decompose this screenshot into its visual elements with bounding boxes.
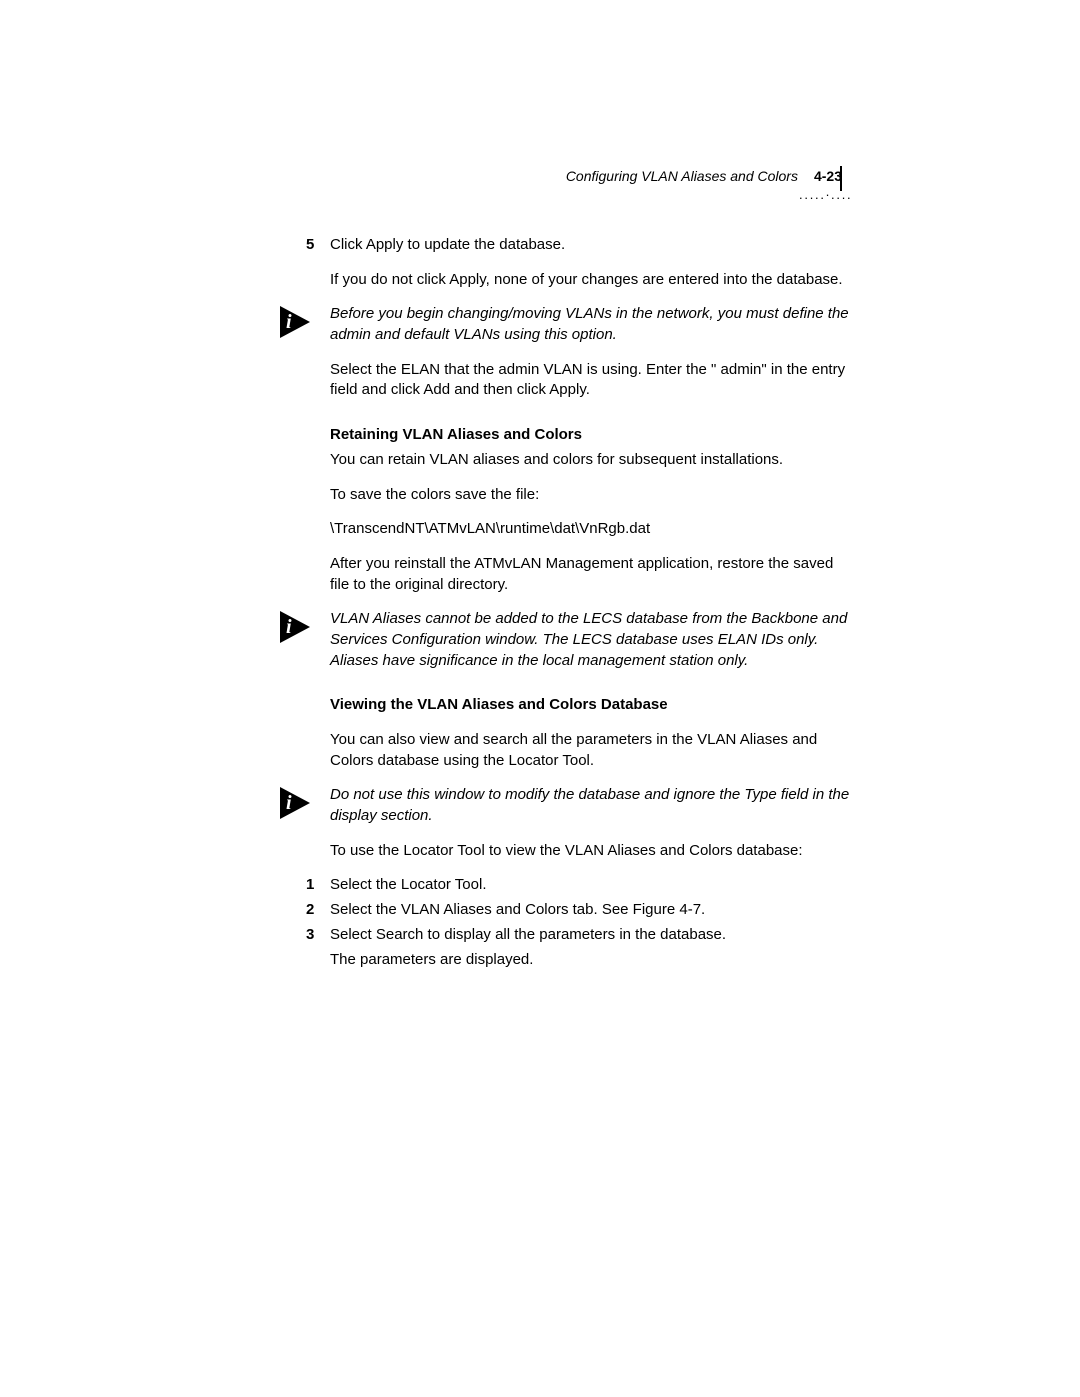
info-note-3: i Do not use this window to modify the d…: [330, 785, 850, 826]
step-5-text: Click Apply to update the database.: [330, 236, 565, 253]
list-item-2-text: Select the VLAN Aliases and Colors tab. …: [330, 901, 705, 918]
list-item-1: 1 Select the Locator Tool.: [330, 875, 850, 896]
info-play-icon: i: [280, 787, 310, 819]
header-dots: ··········: [799, 190, 852, 205]
list-item-2: 2 Select the VLAN Aliases and Colors tab…: [330, 900, 850, 921]
step-5-detail: If you do not click Apply, none of your …: [330, 270, 850, 291]
heading-retaining: Retaining VLAN Aliases and Colors: [330, 425, 850, 446]
step-5: 5 Click Apply to update the database.: [330, 235, 850, 256]
page: Configuring VLAN Aliases and Colors 4-23…: [0, 0, 1080, 1397]
body-content: 5 Click Apply to update the database. If…: [330, 235, 850, 984]
info-note-2: i VLAN Aliases cannot be added to the LE…: [330, 609, 850, 671]
step-number: 5: [306, 235, 314, 256]
svg-text:i: i: [286, 792, 292, 814]
list-item-3: 3 Select Search to display all the param…: [330, 925, 850, 946]
heading-viewing: Viewing the VLAN Aliases and Colors Data…: [330, 695, 850, 716]
header-page-number: 4-23: [814, 168, 842, 184]
running-header: Configuring VLAN Aliases and Colors 4-23: [242, 168, 842, 184]
view-p2: To use the Locator Tool to view the VLAN…: [330, 841, 850, 862]
svg-text:i: i: [286, 616, 292, 638]
note-3-text: Do not use this window to modify the dat…: [330, 786, 849, 824]
note-2-text: VLAN Aliases cannot be added to the LECS…: [330, 610, 847, 668]
view-p1: You can also view and search all the par…: [330, 730, 850, 771]
list-number: 1: [306, 875, 314, 896]
info-play-icon: i: [280, 611, 310, 643]
list-item-3b: The parameters are displayed.: [330, 950, 850, 971]
paragraph-after-note1: Select the ELAN that the admin VLAN is u…: [330, 360, 850, 401]
list-item-1-text: Select the Locator Tool.: [330, 876, 487, 893]
svg-text:i: i: [286, 311, 292, 333]
header-title: Configuring VLAN Aliases and Colors: [566, 168, 798, 184]
list-number: 2: [306, 900, 314, 921]
retain-p3: After you reinstall the ATMvLAN Manageme…: [330, 554, 850, 595]
retain-p2: To save the colors save the file:: [330, 485, 850, 506]
header-rule: [840, 166, 842, 191]
info-note-1: i Before you begin changing/moving VLANs…: [330, 304, 850, 345]
retain-p1: You can retain VLAN aliases and colors f…: [330, 450, 850, 471]
list-item-3-text: Select Search to display all the paramet…: [330, 926, 726, 943]
list-number: 3: [306, 925, 314, 946]
note-1-text: Before you begin changing/moving VLANs i…: [330, 305, 849, 343]
retain-path: \TranscendNT\ATMvLAN\runtime\dat\VnRgb.d…: [330, 519, 850, 540]
info-play-icon: i: [280, 306, 310, 338]
